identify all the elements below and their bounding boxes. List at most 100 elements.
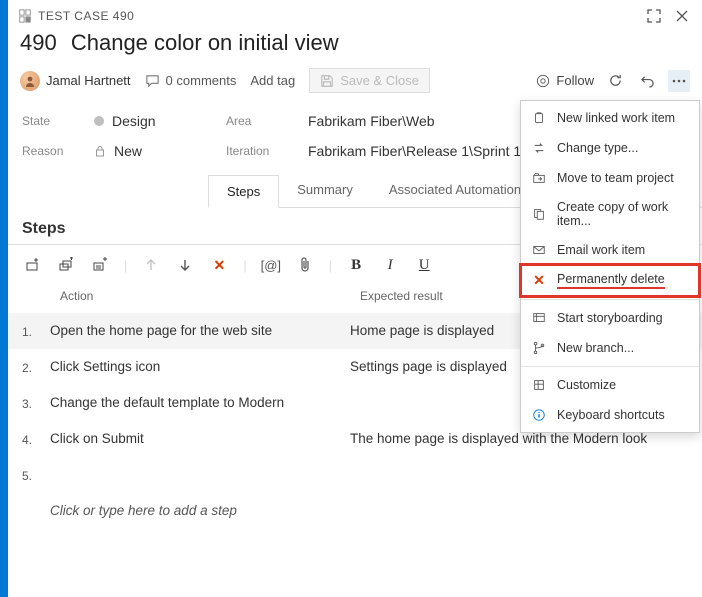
underline-icon: U (419, 257, 430, 274)
avatar (20, 71, 40, 91)
reason-field[interactable]: New (94, 143, 214, 159)
insert-step-icon (24, 257, 40, 273)
save-close-button[interactable]: Save & Close (309, 68, 430, 93)
insert-shared-step-button[interactable] (56, 255, 76, 275)
add-tag-label: Add tag (250, 73, 295, 88)
shared-step-icon (58, 257, 74, 273)
add-tag-button[interactable]: Add tag (250, 73, 295, 88)
menu-start-storyboarding[interactable]: Start storyboarding (521, 303, 699, 333)
underline-button[interactable]: U (414, 255, 434, 275)
step-number: 2. (22, 359, 50, 375)
change-type-icon (531, 140, 547, 156)
follow-label: Follow (556, 73, 594, 88)
area-value: Fabrikam Fiber\Web (308, 113, 435, 129)
close-button[interactable] (672, 6, 692, 26)
more-actions-button[interactable] (668, 70, 690, 92)
menu-email-work-item[interactable]: Email work item (521, 235, 699, 265)
lock-icon (94, 145, 106, 157)
tab-summary[interactable]: Summary (279, 174, 371, 207)
state-field[interactable]: Design (94, 113, 214, 129)
fullscreen-icon (647, 9, 661, 23)
at-icon: [@] (261, 258, 281, 273)
step-number: 4. (22, 431, 50, 447)
reason-label: Reason (22, 144, 82, 158)
reason-value: New (114, 143, 142, 159)
move-up-button (141, 255, 161, 275)
follow-button[interactable]: Follow (536, 73, 594, 88)
move-down-button[interactable] (175, 255, 195, 275)
menu-change-type[interactable]: Change type... (521, 133, 699, 163)
person-icon (24, 75, 36, 87)
bold-button[interactable]: B (346, 255, 366, 275)
step-number: 3. (22, 395, 50, 411)
customize-icon (531, 377, 547, 393)
storyboard-icon (531, 310, 547, 326)
step-expected[interactable]: The home page is displayed with the Mode… (350, 431, 688, 446)
copy-icon (531, 206, 547, 222)
mail-icon (531, 242, 547, 258)
work-item-id: 490 (20, 30, 57, 55)
iteration-value: Fabrikam Fiber\Release 1\Sprint 1 (308, 143, 521, 159)
tab-associated-automation[interactable]: Associated Automation (371, 174, 539, 207)
col-action-header: Action (60, 289, 360, 303)
menu-keyboard-shortcuts[interactable]: Keyboard shortcuts (521, 400, 699, 430)
menu-move-to-team-project[interactable]: Move to team project (521, 163, 699, 193)
comments-label: 0 comments (166, 73, 237, 88)
placeholder-text: Click or type here to add a step (50, 503, 350, 518)
info-icon (531, 407, 547, 423)
link-icon (531, 110, 547, 126)
state-dot-icon (94, 116, 104, 126)
undo-icon (640, 73, 655, 88)
menu-create-copy[interactable]: Create copy of work item... (521, 193, 699, 235)
save-icon (320, 74, 334, 88)
delete-icon: ✕ (531, 273, 547, 289)
insert-step-button[interactable] (22, 255, 42, 275)
step-action[interactable]: Click on Submit (50, 431, 350, 446)
step-action[interactable]: Change the default template to Modern (50, 395, 350, 410)
menu-new-branch[interactable]: New branch... (521, 333, 699, 363)
insert-params-button[interactable] (90, 255, 110, 275)
step-row[interactable]: 5. (8, 457, 702, 493)
arrow-down-icon (178, 258, 192, 272)
type-color-bar (0, 0, 8, 597)
follow-icon (536, 74, 550, 88)
italic-button[interactable]: I (380, 255, 400, 275)
close-icon (675, 9, 689, 23)
delete-step-button[interactable]: ✕ (209, 255, 229, 275)
params-icon (92, 257, 108, 273)
menu-separator (521, 299, 699, 300)
state-value: Design (112, 113, 156, 129)
fullscreen-button[interactable] (644, 6, 664, 26)
actions-menu: New linked work item Change type... Move… (520, 100, 700, 433)
attach-button[interactable] (295, 255, 315, 275)
title-row[interactable]: 490 Change color on initial view (8, 26, 702, 64)
revert-button[interactable] (636, 70, 658, 92)
step-number: 5. (22, 467, 50, 483)
move-icon (531, 170, 547, 186)
menu-permanently-delete[interactable]: ✕ Permanently delete (521, 265, 699, 296)
step-action[interactable]: Open the home page for the web site (50, 323, 350, 338)
test-case-icon (18, 9, 32, 23)
at-mention-button[interactable]: [@] (261, 255, 281, 275)
step-number: 1. (22, 323, 50, 339)
tab-steps[interactable]: Steps (208, 175, 279, 208)
step-action[interactable]: Click Settings icon (50, 359, 350, 374)
assignee[interactable]: Jamal Hartnett (20, 71, 131, 91)
menu-customize[interactable]: Customize (521, 370, 699, 400)
arrow-up-icon (144, 258, 158, 272)
menu-new-linked-work-item[interactable]: New linked work item (521, 103, 699, 133)
comments-button[interactable]: 0 comments (145, 73, 237, 88)
work-item-title: Change color on initial view (71, 30, 339, 55)
work-item-type-header: TEST CASE 490 (18, 9, 134, 23)
paperclip-icon (298, 257, 312, 273)
area-label: Area (226, 114, 296, 128)
bold-icon: B (351, 257, 361, 274)
menu-separator (521, 366, 699, 367)
ellipsis-icon (671, 73, 687, 89)
state-label: State (22, 114, 82, 128)
refresh-button[interactable] (604, 70, 626, 92)
add-step-placeholder[interactable]: Click or type here to add a step (8, 493, 702, 528)
assignee-name: Jamal Hartnett (46, 73, 131, 88)
italic-icon: I (388, 257, 393, 274)
delete-x-icon: ✕ (214, 257, 226, 274)
